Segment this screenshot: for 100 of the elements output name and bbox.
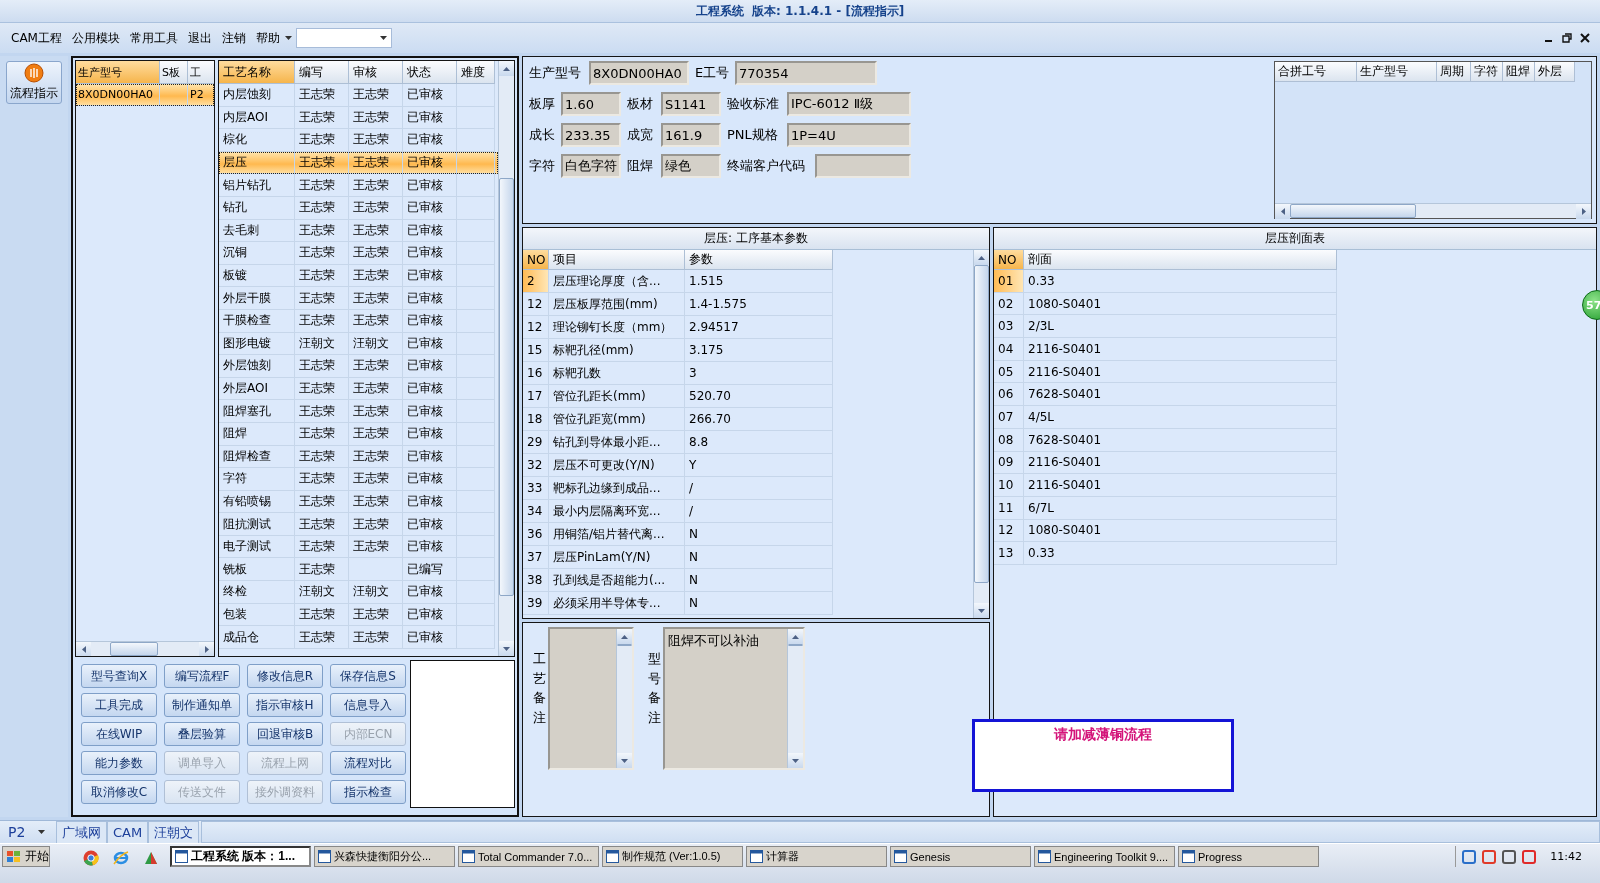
column-header[interactable]: 审核 xyxy=(349,61,403,84)
right-arrow-icon[interactable] xyxy=(204,646,209,653)
menu-item[interactable]: 常用工具 xyxy=(124,27,183,49)
left-arrow-icon[interactable] xyxy=(1280,208,1285,215)
text-field[interactable]: 8X0DN00HA0 xyxy=(589,61,689,85)
taskbar-button[interactable]: 制作规范 (Ver:1.0.5) xyxy=(602,846,743,867)
text-field[interactable]: 1.60 xyxy=(561,92,621,116)
table-row[interactable]: 外层AOI 王志荣 王志荣 已审核 xyxy=(219,377,498,401)
action-button[interactable]: 指示检查 xyxy=(330,780,406,804)
taskbar-button[interactable]: Progress xyxy=(1178,846,1319,867)
table-row[interactable]: 外层干膜 王志荣 王志荣 已审核 xyxy=(219,287,498,310)
up-arrow-icon[interactable] xyxy=(978,255,985,260)
down-arrow-icon[interactable] xyxy=(621,758,628,763)
process-button[interactable]: 流程指示 xyxy=(6,61,62,104)
tray-icon[interactable] xyxy=(1502,849,1517,864)
column-header[interactable]: 编写 xyxy=(295,61,349,84)
globe-icon[interactable] xyxy=(113,850,129,866)
action-button[interactable]: 修改信息R xyxy=(247,664,323,688)
column-header[interactable]: 生产型号 xyxy=(1357,62,1437,82)
table-row[interactable]: 沉铜 王志荣 王志荣 已审核 xyxy=(219,242,498,265)
action-button[interactable]: 编写流程F xyxy=(164,664,240,688)
text-field[interactable]: 233.35 xyxy=(561,123,621,147)
action-button[interactable]: 叠层验算 xyxy=(164,722,240,746)
up-arrow-icon[interactable] xyxy=(792,634,799,639)
action-button[interactable]: 保存信息S xyxy=(330,664,406,688)
column-header[interactable]: 字符 xyxy=(1471,62,1503,82)
column-header[interactable]: 外层 xyxy=(1535,62,1575,82)
vertical-scrollbar[interactable] xyxy=(616,629,632,768)
table-row[interactable]: 内层蚀刻 王志荣 王志荣 已审核 xyxy=(219,84,498,107)
table-row[interactable]: 层压 王志荣 王志荣 已审核 xyxy=(219,151,498,175)
table-row[interactable]: 阻焊检查 王志荣 王志荣 已审核 xyxy=(219,445,498,469)
column-header[interactable]: S板 xyxy=(160,61,188,84)
table-row[interactable]: 内层AOI 王志荣 王志荣 已审核 xyxy=(219,106,498,130)
table-row[interactable]: 阻焊 王志荣 王志荣 已审核 xyxy=(219,422,498,446)
up-arrow-icon[interactable] xyxy=(503,66,510,71)
action-button[interactable]: 型号查询X xyxy=(81,664,157,688)
table-row[interactable]: 外层蚀刻 王志荣 王志荣 已审核 xyxy=(219,355,498,378)
start-button[interactable]: 开始 xyxy=(2,846,50,867)
table-row[interactable]: 图形电镀 汪朝文 汪朝文 已审核 xyxy=(219,332,498,356)
text-field[interactable]: 绿色 xyxy=(661,154,721,178)
taskbar-button[interactable]: Total Commander 7.0... xyxy=(458,846,599,867)
menu-item[interactable]: CAM工程 xyxy=(6,27,67,49)
text-field[interactable] xyxy=(815,154,911,178)
action-button[interactable]: 工具完成 xyxy=(81,693,157,717)
text-field[interactable]: 白色字符 xyxy=(561,154,621,178)
column-header[interactable]: 阻焊 xyxy=(1503,62,1535,82)
taskbar-button[interactable]: 工程系统 版本：1... xyxy=(170,846,311,867)
tray-icon[interactable] xyxy=(1462,849,1477,864)
column-header[interactable]: 生产型号 xyxy=(76,61,160,84)
column-header[interactable]: 工艺名称 xyxy=(219,61,295,84)
table-row[interactable]: 干膜检查 王志荣 王志荣 已审核 xyxy=(219,309,498,333)
table-row[interactable]: 电子测试 王志荣 王志荣 已审核 xyxy=(219,535,498,559)
right-arrow-icon[interactable] xyxy=(1581,208,1586,215)
dropdown-caret-icon[interactable] xyxy=(38,830,45,834)
action-button[interactable]: 能力参数 xyxy=(81,751,157,775)
vertical-scrollbar[interactable] xyxy=(787,629,803,768)
down-arrow-icon[interactable] xyxy=(978,608,985,613)
column-header[interactable]: NO xyxy=(523,250,549,270)
up-arrow-icon[interactable] xyxy=(621,634,628,639)
text-field[interactable]: IPC-6012 Ⅱ级 xyxy=(787,92,911,116)
table-row[interactable]: 阻焊塞孔 王志荣 王志荣 已审核 xyxy=(219,400,498,423)
table-row[interactable]: 板镀 王志荣 王志荣 已审核 xyxy=(219,264,498,288)
vertical-scrollbar[interactable] xyxy=(498,61,514,656)
column-header[interactable]: 工 xyxy=(188,61,214,84)
text-field[interactable]: 1P=4U xyxy=(787,123,911,147)
action-button[interactable]: 流程对比 xyxy=(330,751,406,775)
table-row[interactable]: 有铅喷锡 王志荣 王志荣 已审核 xyxy=(219,490,498,514)
dropdown-caret-icon[interactable] xyxy=(379,36,387,40)
table-row[interactable]: 字符 王志荣 王志荣 已审核 xyxy=(219,468,498,491)
horizontal-scrollbar[interactable] xyxy=(1275,203,1591,218)
column-header[interactable]: 难度 xyxy=(457,61,495,84)
column-header[interactable]: 剖面 xyxy=(1024,250,1337,270)
taskbar-button[interactable]: 计算器 xyxy=(746,846,887,867)
table-row[interactable]: 成品仓 王志荣 王志荣 已审核 xyxy=(219,626,498,649)
app-icon[interactable] xyxy=(143,850,159,866)
taskbar-button[interactable]: Genesis xyxy=(890,846,1031,867)
close-icon[interactable] xyxy=(1580,33,1590,43)
menu-item[interactable]: 退出 xyxy=(182,27,217,49)
column-header[interactable]: 周期 xyxy=(1437,62,1471,82)
table-row[interactable]: 棕化 王志荣 王志荣 已审核 xyxy=(219,129,498,152)
remark-box[interactable]: 阻焊不可以补油 xyxy=(663,627,805,770)
action-button[interactable]: 取消修改C xyxy=(81,780,157,804)
action-button[interactable]: 在线WIP xyxy=(81,722,157,746)
text-field[interactable]: 770354 xyxy=(735,61,877,85)
menu-item[interactable]: 注销 xyxy=(216,27,251,49)
vertical-scrollbar[interactable] xyxy=(973,250,989,618)
table-row[interactable]: 铣板 王志荣 已编写 xyxy=(219,558,498,582)
action-button[interactable]: 信息导入 xyxy=(330,693,406,717)
menu-item[interactable]: 帮助 xyxy=(250,27,285,49)
table-row[interactable]: 去毛刺 王志荣 王志荣 已审核 xyxy=(219,219,498,243)
table-row[interactable]: 阻抗测试 王志荣 王志荣 已审核 xyxy=(219,513,498,536)
tray-icon[interactable] xyxy=(1482,849,1497,864)
table-row[interactable]: 铝片钻孔 王志荣 王志荣 已审核 xyxy=(219,174,498,197)
text-field[interactable]: S1141 xyxy=(661,92,721,116)
column-header[interactable]: 状态 xyxy=(403,61,457,84)
left-arrow-icon[interactable] xyxy=(81,646,86,653)
dropdown-caret-icon[interactable] xyxy=(284,36,292,40)
taskbar-button[interactable]: Engineering Toolkit 9.... xyxy=(1034,846,1175,867)
table-row[interactable]: 钻孔 王志荣 王志荣 已审核 xyxy=(219,196,498,220)
action-button[interactable]: 制作通知单 xyxy=(164,693,240,717)
